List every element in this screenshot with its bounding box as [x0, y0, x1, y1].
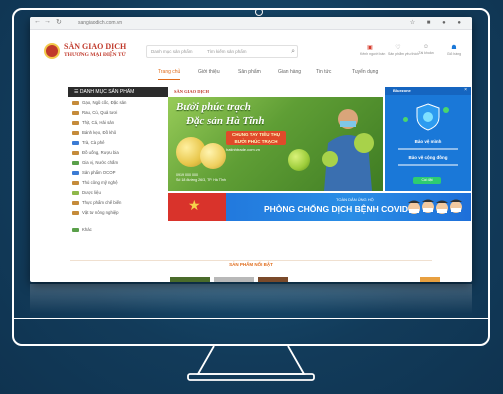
- tab-stores[interactable]: Gian hàng: [278, 69, 301, 75]
- banner-cta: CHUNG TAY TIÊU THỤ BƯỞI PHÚC TRẠCH: [226, 131, 286, 145]
- sidebar-item[interactable]: Vật tư nông nghiệp: [72, 210, 168, 220]
- address-bar[interactable]: sangiaodich.com.vn: [78, 19, 188, 27]
- banner-subheadline: Đặc sản Hà Tĩnh: [186, 115, 265, 127]
- logo-subtitle: THƯƠNG MẠI ĐIỆN TỬ: [64, 52, 126, 58]
- reload-icon[interactable]: ↻: [56, 18, 62, 26]
- category-icon: [72, 201, 79, 205]
- category-icon: [72, 151, 79, 155]
- sidebar-title[interactable]: ☰ DANH MỤC SẢN PHẨM: [68, 87, 168, 97]
- account-button[interactable]: ☺ Tài khoản: [416, 44, 436, 55]
- sidebar-item[interactable]: Sản phẩm OCOP: [72, 170, 168, 180]
- sidebar-item[interactable]: Gia vị, Nước chấm: [72, 160, 168, 170]
- favorites-button[interactable]: ♡ Sản phẩm yêu thích: [388, 44, 419, 56]
- tab-products[interactable]: Sản phẩm: [238, 69, 261, 75]
- banner-url: hatinhtrade.com.vn: [226, 147, 261, 152]
- store-icon: ▣: [367, 45, 373, 51]
- sidebar-item[interactable]: Đồ uống, Rượu bia: [72, 150, 168, 160]
- sidebar-item[interactable]: Rau, Củ, Quả tươi: [72, 110, 168, 120]
- product-thumb[interactable]: [170, 277, 210, 282]
- header-actions: ▣ Kênh người bán ♡ Sản phẩm yêu thích ☺ …: [360, 44, 466, 62]
- category-icon: [72, 111, 79, 115]
- active-tab-indicator: [158, 79, 180, 80]
- monitor-stand: [187, 346, 315, 381]
- section-divider: [70, 260, 432, 261]
- sidebar-item[interactable]: Gạo, Ngũ cốc, Đặc sản: [72, 100, 168, 110]
- product-thumb[interactable]: [258, 277, 288, 282]
- cart-button[interactable]: ☗ Giỏ hàng: [444, 44, 464, 56]
- farmer-photo-icon: [322, 109, 374, 191]
- app-tagline-1: Bảo vệ mình: [414, 139, 442, 144]
- sidebar-item[interactable]: Trà, Cà phê: [72, 140, 168, 150]
- camera-icon: [255, 8, 263, 16]
- sidebar-item[interactable]: Dược liệu: [72, 190, 168, 200]
- install-button[interactable]: Cài đặt: [413, 177, 441, 184]
- star-icon: ★: [188, 197, 201, 213]
- pomelo-icon: [200, 143, 226, 169]
- logo-emblem-icon: [44, 43, 60, 59]
- covid-banner[interactable]: ★ TOÀN DÂN ỦNG HỘ PHÒNG CHỐNG DỊCH BỆNH …: [168, 193, 471, 221]
- category-icon: [72, 211, 79, 215]
- pomelo-icon: [288, 149, 310, 171]
- tab-jobs[interactable]: Tuyển dụng: [352, 69, 378, 75]
- sidebar-item[interactable]: Bánh kẹo, Đồ khô: [72, 130, 168, 140]
- logo-title: SÀN GIAO DỊCH: [64, 42, 127, 51]
- screen: ← → ↻ sangiaodich.com.vn ☆ ■ ● ● SÀN GIA…: [30, 17, 472, 282]
- monitor-bezel-line: [12, 318, 490, 319]
- back-icon[interactable]: ←: [34, 18, 41, 25]
- cart-icon: ☗: [451, 45, 457, 51]
- shield-icon: [416, 103, 440, 131]
- sidebar-item[interactable]: Thịt, Cá, Hải sản: [72, 120, 168, 130]
- browser-extension-icons[interactable]: ☆ ■ ● ●: [410, 19, 466, 26]
- sidebar-item[interactable]: Thủ công mỹ nghệ: [72, 180, 168, 190]
- category-icon: [72, 131, 79, 135]
- featured-products-title: SẢN PHẨM NỔI BẬT: [229, 262, 273, 267]
- banner-contact: 0919 000 000 Số 18 đường 26/3, TP. Hà Tĩ…: [176, 173, 226, 182]
- category-icon: [72, 161, 79, 165]
- tab-home[interactable]: Trang chủ: [158, 69, 180, 75]
- category-icon: [72, 191, 79, 195]
- category-icon: [72, 171, 79, 175]
- bubble-icon: [443, 107, 449, 113]
- seller-channel-button[interactable]: ▣ Kênh người bán: [360, 44, 385, 56]
- bubble-icon: [403, 117, 408, 122]
- hero-banner[interactable]: SÀN GIAO DỊCH Bưởi phúc trạch Đặc sản Hà…: [168, 87, 383, 191]
- masked-people-icon: [408, 199, 462, 214]
- banner-brand: SÀN GIAO DỊCH: [174, 89, 210, 94]
- category-icon: [72, 141, 79, 145]
- tab-news[interactable]: Tin tức: [316, 69, 331, 75]
- user-icon: ☺: [422, 44, 430, 50]
- close-icon[interactable]: ×: [464, 87, 467, 93]
- app-tagline-2: Bảo vệ cộng đồng: [408, 155, 448, 160]
- bluezone-ad[interactable]: Bluezone × Bảo vệ mình Bảo vệ cộng đồng …: [385, 87, 471, 191]
- tab-about[interactable]: Giới thiệu: [198, 69, 220, 75]
- banner-headline: Bưởi phúc trạch: [176, 101, 251, 113]
- category-icon: [72, 228, 79, 232]
- product-thumb[interactable]: [420, 277, 440, 282]
- category-icon: [72, 101, 79, 105]
- search-placeholder: Tìm kiếm sản phẩm: [207, 49, 247, 54]
- flag-icon: ★: [168, 193, 226, 221]
- sidebar-item[interactable]: Thực phẩm chế biến: [72, 200, 168, 210]
- covid-title: PHÒNG CHỐNG DỊCH BỆNH COVID-19: [264, 204, 421, 214]
- search-icon[interactable]: ⌕: [291, 46, 295, 57]
- category-icon: [72, 121, 79, 125]
- category-icon: [72, 181, 79, 185]
- forward-icon[interactable]: →: [44, 18, 51, 25]
- search-input[interactable]: Danh mục sản phẩm Tìm kiếm sản phẩm ⌕: [146, 45, 298, 58]
- app-title: Bluezone: [393, 88, 411, 93]
- screen-reflection: [30, 284, 472, 314]
- heart-icon: ♡: [395, 45, 401, 51]
- site-logo[interactable]: SÀN GIAO DỊCH THƯƠNG MẠI ĐIỆN TỬ: [44, 39, 127, 69]
- category-sidebar: ☰ DANH MỤC SẢN PHẨM Gạo, Ngũ cốc, Đặc sả…: [68, 87, 168, 272]
- search-category-select[interactable]: Danh mục sản phẩm: [151, 46, 193, 57]
- sidebar-item[interactable]: Khác: [72, 227, 168, 237]
- browser-toolbar: ← → ↻ sangiaodich.com.vn ☆ ■ ● ●: [30, 17, 472, 30]
- product-thumb[interactable]: [214, 277, 254, 282]
- covid-subtitle: TOÀN DÂN ỦNG HỘ: [336, 197, 374, 202]
